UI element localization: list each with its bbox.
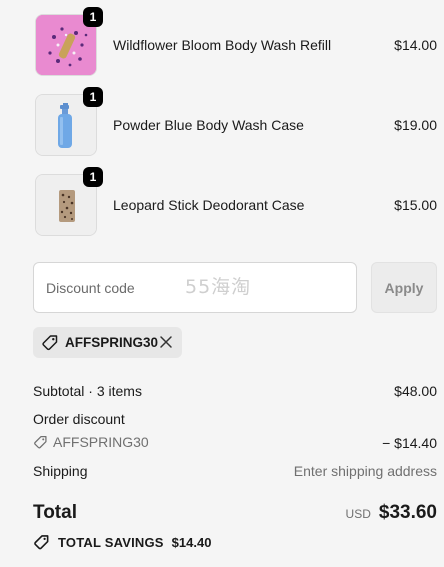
order-discount-code-label: AFFSPRING30 <box>53 434 149 450</box>
quantity-badge: 1 <box>83 7 103 27</box>
total-savings-label: TOTAL SAVINGS <box>58 535 164 550</box>
order-discount-label: Order discount <box>33 411 125 427</box>
applied-code-label: AFFSPRING30 <box>65 335 159 350</box>
item-price: $15.00 <box>394 197 437 213</box>
quantity-badge: 1 <box>83 167 103 187</box>
close-icon[interactable] <box>158 334 174 350</box>
tag-icon <box>34 535 49 550</box>
total-savings: TOTAL SAVINGS $14.40 <box>33 534 211 551</box>
total-amount-group: USD $33.60 <box>346 502 437 524</box>
shipping-value: Enter shipping address <box>293 463 437 479</box>
apply-discount-button[interactable]: Apply <box>371 262 437 313</box>
order-discount-value: − $14.40 <box>382 435 437 451</box>
total-amount: $33.60 <box>378 502 437 523</box>
quantity-badge: 1 <box>83 87 103 107</box>
item-price: $14.00 <box>394 37 437 53</box>
cart-item: 1 Wildflower Bloom Body Wash Refill $14.… <box>33 7 437 78</box>
total-savings-value: $14.40 <box>171 535 212 550</box>
item-name: Powder Blue Body Wash Case <box>113 117 304 133</box>
tag-icon <box>42 334 58 350</box>
tag-icon <box>34 435 47 448</box>
item-name: Wildflower Bloom Body Wash Refill <box>113 37 332 53</box>
item-name: Leopard Stick Deodorant Case <box>113 197 305 213</box>
subtotal-label: Subtotal · 3 items <box>33 383 142 399</box>
item-price: $19.00 <box>394 117 437 133</box>
shipping-label: Shipping <box>33 463 88 479</box>
cart-item: 1 Powder Blue Body Wash Case $19.00 <box>33 87 437 158</box>
applied-discount-chip: AFFSPRING30 <box>33 327 182 358</box>
subtotal-value: $48.00 <box>394 383 437 399</box>
order-discount-code: AFFSPRING30 <box>33 434 149 450</box>
discount-code-input[interactable] <box>33 262 357 313</box>
cart-item: 1 Leopard Stick Deodorant Case $15.00 <box>33 167 437 238</box>
total-label: Total <box>33 502 77 523</box>
currency-code: USD <box>345 507 371 521</box>
